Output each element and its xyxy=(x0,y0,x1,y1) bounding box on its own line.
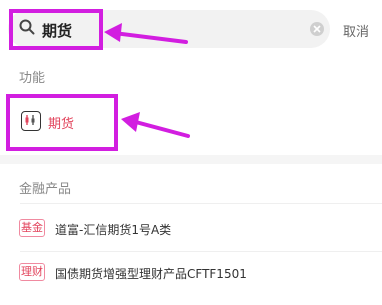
product-name: 国债期货增强型理财产品CFTF1501 xyxy=(55,267,247,281)
cancel-button[interactable]: 取消 xyxy=(343,21,369,40)
annotation-arrow-function xyxy=(121,112,190,138)
annotation-highlight-function xyxy=(6,94,118,151)
product-name: 道富-汇信期货1号A类 xyxy=(55,223,172,237)
annotation-arrow-search xyxy=(104,23,188,44)
section-divider xyxy=(0,155,382,164)
row-divider xyxy=(20,251,382,252)
product-badge: 理财 xyxy=(19,263,45,281)
clear-icon[interactable] xyxy=(310,22,324,36)
function-section-header: 功能 xyxy=(19,71,46,86)
product-badge: 基金 xyxy=(19,219,45,237)
annotation-highlight-search xyxy=(9,9,103,50)
row-divider xyxy=(20,203,382,204)
products-section-header: 金融产品 xyxy=(19,182,72,197)
